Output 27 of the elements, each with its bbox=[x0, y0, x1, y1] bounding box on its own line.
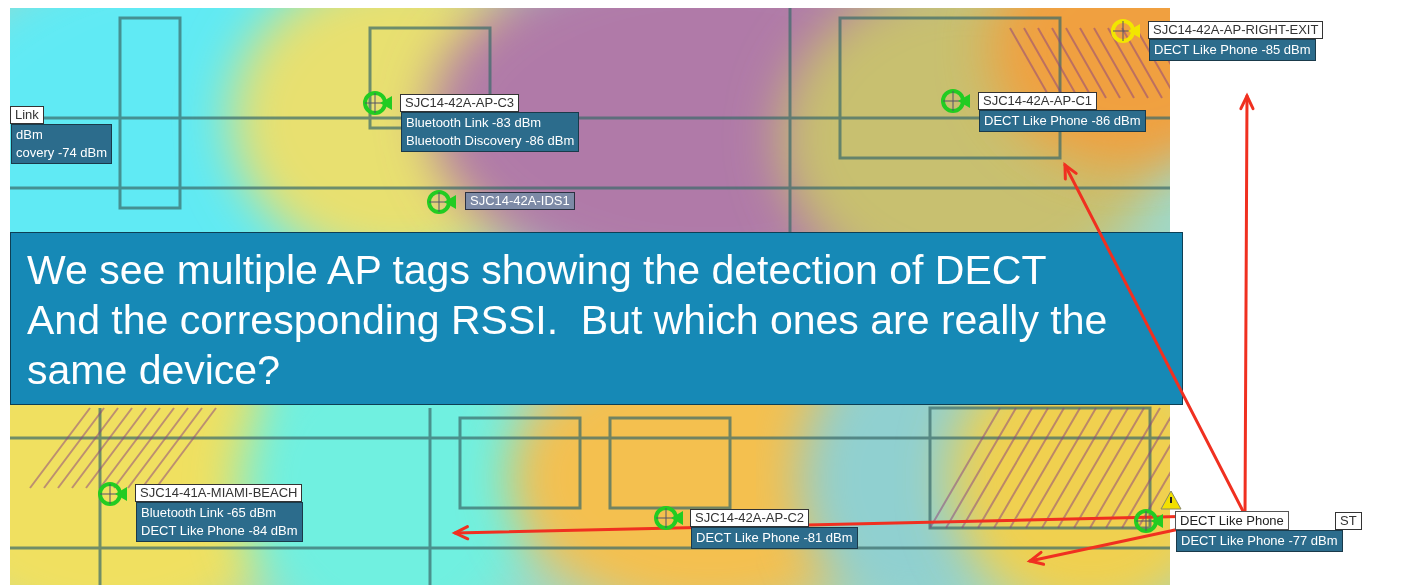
access-point-tag: SJC14-42A-IDS1 bbox=[465, 192, 575, 210]
signal-reading: dBm bbox=[16, 126, 44, 144]
access-point-tag: Link bbox=[10, 106, 44, 124]
tooltip: DECT Like Phone bbox=[1175, 511, 1289, 530]
access-point-icon[interactable] bbox=[1133, 506, 1163, 536]
access-point-icon[interactable] bbox=[97, 479, 127, 509]
access-point-icon[interactable] bbox=[653, 503, 683, 533]
access-point-tag: SJC14-41A-MIAMI-BEACH bbox=[135, 484, 303, 502]
signal-reading: Bluetooth Discovery -86 dBm bbox=[406, 132, 575, 150]
signal-reading: DECT Like Phone -85 dBm bbox=[1154, 41, 1311, 59]
access-point-tag: SJC14-42A-AP-C2 bbox=[690, 509, 810, 527]
callout-text: We see multiple AP tags showing the detection of DECT And the corresponding RSSI. But which ones are really the same device? bbox=[27, 246, 1109, 395]
signal-reading: Bluetooth Link -83 dBm bbox=[406, 114, 543, 132]
signal-reading: DECT Like Phone -81 dBm bbox=[696, 529, 853, 547]
signal-reading: DECT Like Phone -84 dBm bbox=[141, 522, 298, 540]
access-point-icon[interactable] bbox=[940, 86, 970, 116]
access-point-icon[interactable] bbox=[426, 187, 456, 217]
signal-reading: covery -74 dBm bbox=[16, 144, 108, 162]
signal-reading: Bluetooth Link -65 dBm bbox=[141, 504, 278, 522]
access-point-icon[interactable] bbox=[1110, 16, 1140, 46]
access-point-tag: SJC14-42A-AP-C1 bbox=[978, 92, 1098, 110]
access-point-tag: SJC14-42A-AP-RIGHT-EXIT bbox=[1148, 21, 1324, 39]
access-point-tag: SJC14-42A-AP-C3 bbox=[400, 94, 520, 112]
signal-reading: DECT Like Phone -77 dBm bbox=[1181, 532, 1338, 550]
signal-reading: DECT Like Phone -86 dBm bbox=[984, 112, 1141, 130]
access-point-icon[interactable] bbox=[362, 88, 392, 118]
access-point-tag: ST bbox=[1335, 512, 1362, 530]
